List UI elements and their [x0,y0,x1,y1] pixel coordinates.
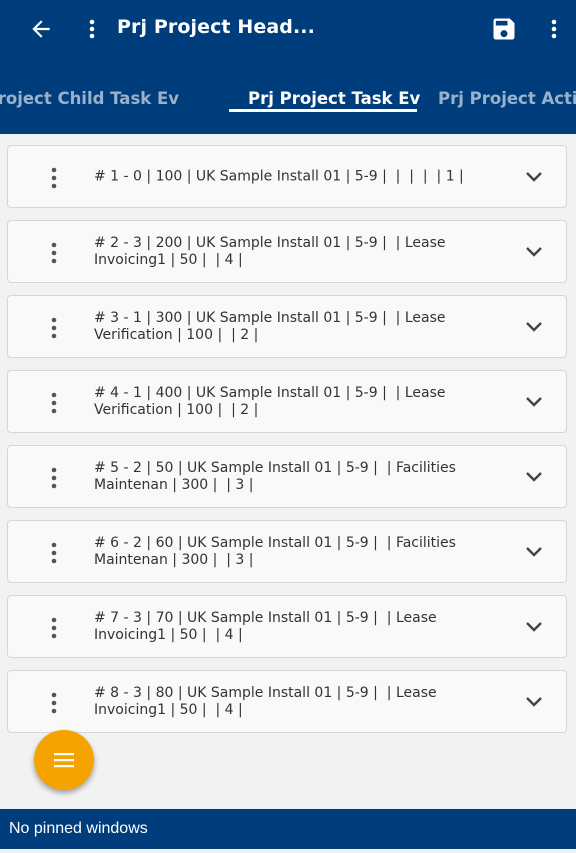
bottom-divider [0,849,576,853]
chevron-down-icon[interactable] [524,545,544,559]
chevron-down-icon[interactable] [524,620,544,634]
tab-project-task[interactable]: Prj Project Task Ev [248,89,420,108]
active-tab-indicator [229,109,417,112]
list-item[interactable]: # 3 - 1 | 300 | UK Sample Install 01 | 5… [7,295,567,358]
row-menu-icon[interactable] [46,691,62,715]
row-menu-icon[interactable] [46,616,62,640]
chevron-down-icon[interactable] [524,695,544,709]
row-text: # 2 - 3 | 200 | UK Sample Install 01 | 5… [94,234,450,268]
tab-project-activity[interactable]: Prj Project Activity [438,89,576,108]
chevron-down-icon[interactable] [524,320,544,334]
row-text: # 1 - 0 | 100 | UK Sample Install 01 | 5… [94,168,464,184]
overflow-menu-icon[interactable] [542,16,566,42]
chevron-down-icon[interactable] [524,395,544,409]
list-item[interactable]: # 5 - 2 | 50 | UK Sample Install 01 | 5-… [7,445,567,508]
save-icon[interactable] [490,15,518,43]
tab-strip: Prj Project Child Task Ev Prj Project Ta… [0,78,576,134]
row-menu-icon[interactable] [46,466,62,490]
chevron-down-icon[interactable] [524,170,544,184]
list-item[interactable]: # 1 - 0 | 100 | UK Sample Install 01 | 5… [7,145,567,208]
row-text: # 5 - 2 | 50 | UK Sample Install 01 | 5-… [94,459,461,493]
menu-lines-icon [54,753,74,768]
row-text: # 3 - 1 | 300 | UK Sample Install 01 | 5… [94,309,450,343]
more-options-icon[interactable] [80,16,104,42]
row-menu-icon[interactable] [46,166,62,190]
list-item[interactable]: # 7 - 3 | 70 | UK Sample Install 01 | 5-… [7,595,567,658]
row-text: # 8 - 3 | 80 | UK Sample Install 01 | 5-… [94,684,442,718]
toolbar: Prj Project Head... [0,0,576,58]
row-menu-icon[interactable] [46,391,62,415]
row-menu-icon[interactable] [46,241,62,265]
row-menu-icon[interactable] [46,541,62,565]
fab-menu-button[interactable] [34,730,94,790]
pinned-windows-text: No pinned windows [9,820,148,837]
app-bar: Prj Project Head... Prj Project Child Ta… [0,0,576,134]
row-text: # 7 - 3 | 70 | UK Sample Install 01 | 5-… [94,609,442,643]
chevron-down-icon[interactable] [524,470,544,484]
row-text: # 6 - 2 | 60 | UK Sample Install 01 | 5-… [94,534,461,568]
list-item[interactable]: # 4 - 1 | 400 | UK Sample Install 01 | 5… [7,370,567,433]
list-item[interactable]: # 2 - 3 | 200 | UK Sample Install 01 | 5… [7,220,567,283]
list-item[interactable]: # 6 - 2 | 60 | UK Sample Install 01 | 5-… [7,520,567,583]
page-title: Prj Project Head... [117,16,315,38]
row-text: # 4 - 1 | 400 | UK Sample Install 01 | 5… [94,384,450,418]
back-arrow-icon[interactable] [28,16,54,42]
tab-child-task[interactable]: Prj Project Child Task Ev [0,89,179,108]
chevron-down-icon[interactable] [524,245,544,259]
list-item[interactable]: # 8 - 3 | 80 | UK Sample Install 01 | 5-… [7,670,567,733]
pinned-windows-bar: No pinned windows [0,809,576,849]
row-menu-icon[interactable] [46,316,62,340]
